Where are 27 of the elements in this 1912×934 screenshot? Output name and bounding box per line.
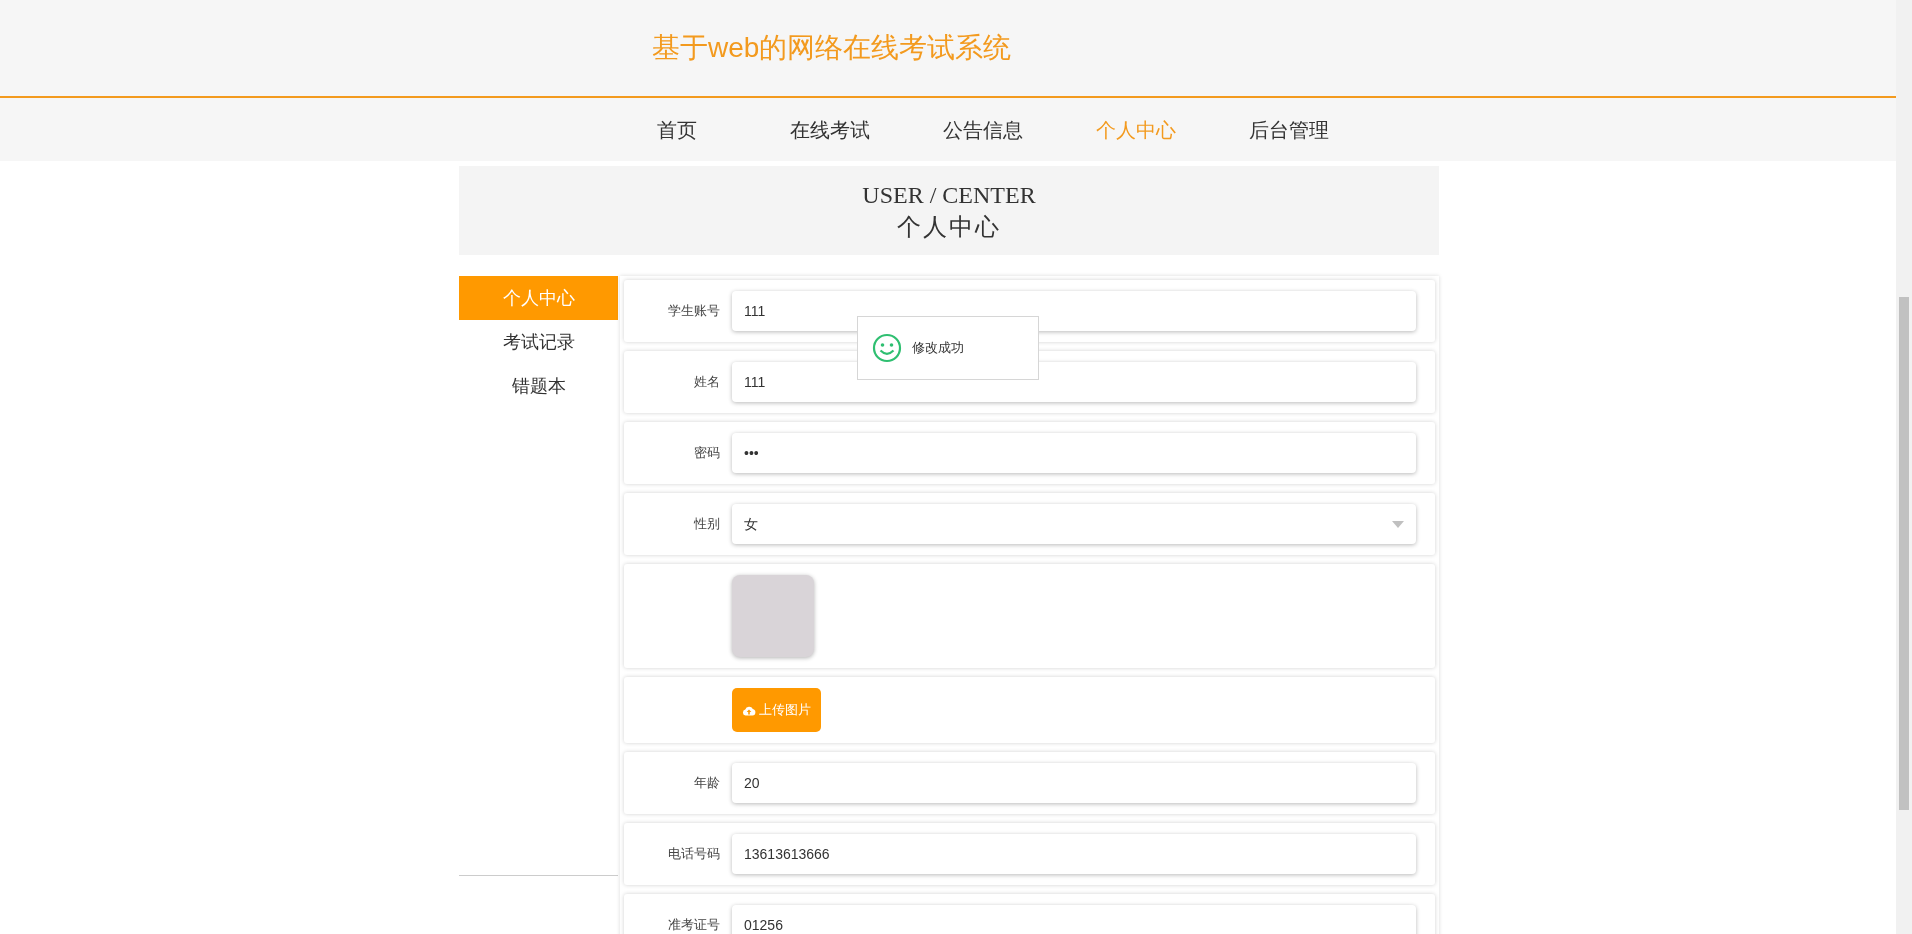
input-field[interactable]: 111 bbox=[732, 291, 1416, 331]
input-field[interactable]: 01256 bbox=[732, 905, 1416, 934]
input-field[interactable]: 20 bbox=[732, 763, 1416, 803]
field-label: 密码 bbox=[693, 444, 721, 463]
field-label: 准考证号 bbox=[667, 916, 721, 934]
field-label: 姓名 bbox=[693, 373, 721, 392]
nav-link[interactable]: 在线考试 bbox=[753, 114, 906, 145]
banner-title: USER / CENTER bbox=[862, 180, 1036, 210]
site-title: 基于web的网络在线考试系统 bbox=[652, 31, 1012, 65]
select-field[interactable]: 女 bbox=[732, 504, 1416, 544]
cloud-upload-icon bbox=[742, 704, 756, 716]
field-label: 性别 bbox=[693, 515, 721, 534]
scrollbar-thumb[interactable] bbox=[1899, 297, 1909, 810]
nav-link[interactable]: 后台管理 bbox=[1212, 114, 1365, 145]
input-field[interactable]: ••• bbox=[732, 433, 1416, 473]
field-label: 学生账号 bbox=[667, 302, 721, 321]
nav-link[interactable]: 首页 bbox=[600, 114, 753, 145]
field-label: 电话号码 bbox=[667, 845, 721, 864]
smiley-icon bbox=[872, 333, 902, 363]
toast-message: 修改成功 bbox=[912, 339, 964, 358]
banner-subtitle: 个人中心 bbox=[897, 212, 1001, 242]
sidebar-item[interactable]: 考试记录 bbox=[459, 320, 618, 364]
field-label: 年龄 bbox=[693, 774, 721, 793]
input-field[interactable]: 13613613666 bbox=[732, 834, 1416, 874]
sidebar-item[interactable]: 错题本 bbox=[459, 364, 618, 408]
caret-icon bbox=[1392, 520, 1404, 528]
nav-link[interactable]: 公告信息 bbox=[906, 114, 1059, 145]
